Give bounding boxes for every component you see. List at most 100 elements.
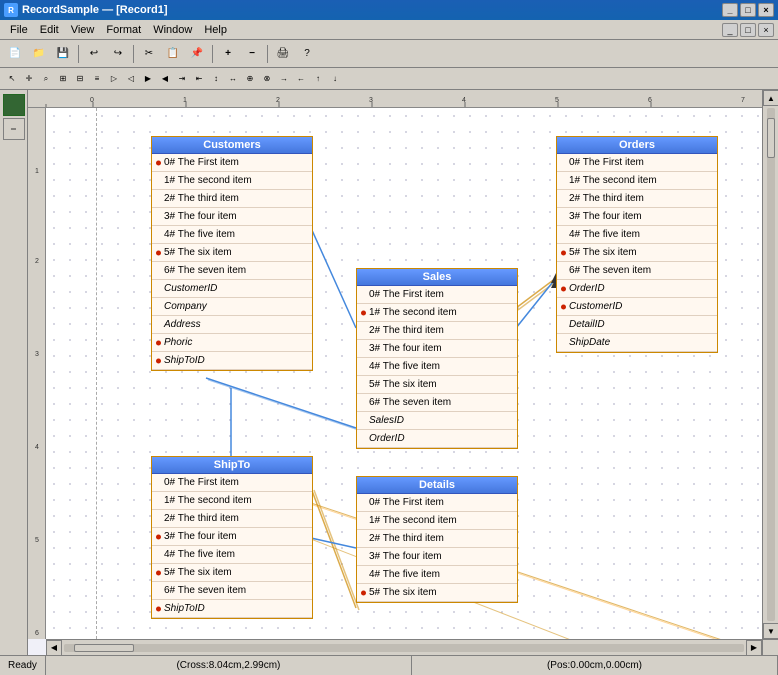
- scroll-up-btn[interactable]: ▲: [763, 90, 778, 106]
- menu-help[interactable]: Help: [198, 22, 233, 38]
- status-bar: Ready (Cross:8.04cm,2.99cm) (Pos:0.00cm,…: [0, 655, 778, 675]
- guide-line: [96, 108, 97, 639]
- inner-close-button[interactable]: ×: [758, 23, 774, 37]
- scroll-right-btn[interactable]: ▶: [746, 640, 762, 656]
- scroll-v-track[interactable]: [767, 108, 775, 621]
- tb2-b6[interactable]: ▶: [140, 71, 156, 87]
- svg-text:5: 5: [35, 537, 39, 544]
- tb2-cursor[interactable]: ↖: [4, 71, 20, 87]
- tb2-b17[interactable]: ↓: [327, 71, 343, 87]
- scroll-down-btn[interactable]: ▼: [763, 623, 778, 639]
- canvas-area[interactable]: 0 1 2 3 4 5 6 7 1: [28, 90, 778, 655]
- tb-print[interactable]: 🖨: [272, 43, 294, 65]
- sales-row-2: 2# The third item: [357, 322, 517, 340]
- details-row-4: 4# The five item: [357, 566, 517, 584]
- tb-help[interactable]: ?: [296, 43, 318, 65]
- svg-text:3: 3: [35, 351, 39, 358]
- sales-row-0: 0# The First item: [357, 286, 517, 304]
- tb2-b12[interactable]: ⊕: [242, 71, 258, 87]
- tb-cut[interactable]: ✂: [138, 43, 160, 65]
- tb2-b16[interactable]: ↑: [310, 71, 326, 87]
- tb-save[interactable]: 💾: [52, 43, 74, 65]
- inner-restore-button[interactable]: □: [740, 23, 756, 37]
- orders-field-shipdate: ShipDate: [557, 334, 717, 352]
- tb2-b5[interactable]: ◁: [123, 71, 139, 87]
- customers-header: Customers: [152, 137, 312, 154]
- tb2-b11[interactable]: ↔: [225, 71, 241, 87]
- tb2-b3[interactable]: ≡: [89, 71, 105, 87]
- tb2-b10[interactable]: ↕: [208, 71, 224, 87]
- tb-open[interactable]: 📁: [28, 43, 50, 65]
- tb2-b2[interactable]: ⊟: [72, 71, 88, 87]
- orders-table: Orders 0# The First item 1# The second i…: [556, 136, 718, 353]
- main-area: ═ 0 1 2 3 4 5 6 7: [0, 90, 778, 655]
- tool-color1[interactable]: [3, 94, 25, 116]
- sep2: [133, 45, 134, 63]
- sales-table: Sales 0# The First item 1# The second it…: [356, 268, 518, 449]
- tb2-b1[interactable]: ⊞: [55, 71, 71, 87]
- customers-row-2: 2# The third item: [152, 190, 312, 208]
- app-icon: R: [4, 3, 18, 17]
- tb2-b15[interactable]: ←: [293, 71, 309, 87]
- tb-remove[interactable]: −: [241, 43, 263, 65]
- scrollbar-vertical[interactable]: ▲ ▼: [762, 90, 778, 639]
- sep4: [267, 45, 268, 63]
- shipto-field-shiptoid: ShipToID: [152, 600, 312, 618]
- tb-add[interactable]: +: [217, 43, 239, 65]
- status-ready: Ready: [0, 656, 46, 675]
- svg-text:6: 6: [35, 630, 39, 637]
- shipto-row-3: 3# The four item: [152, 528, 312, 546]
- scroll-corner: [762, 639, 778, 655]
- tb2-b9[interactable]: ⇤: [191, 71, 207, 87]
- tb-undo[interactable]: ↩: [83, 43, 105, 65]
- status-cross: (Cross:8.04cm,2.99cm): [46, 656, 412, 675]
- menu-edit[interactable]: Edit: [34, 22, 65, 38]
- inner-minimize-button[interactable]: _: [722, 23, 738, 37]
- svg-text:4: 4: [35, 444, 39, 451]
- details-row-0: 0# The First item: [357, 494, 517, 512]
- shipto-row-5: 5# The six item: [152, 564, 312, 582]
- scrollbar-horizontal[interactable]: ◀ ▶: [46, 639, 762, 655]
- details-row-5: 5# The six item: [357, 584, 517, 602]
- shipto-header: ShipTo: [152, 457, 312, 474]
- tb-paste[interactable]: 📌: [186, 43, 208, 65]
- scroll-h-track[interactable]: [64, 644, 744, 652]
- ruler-top: 0 1 2 3 4 5 6 7: [28, 90, 762, 108]
- minimize-button[interactable]: _: [722, 3, 738, 17]
- maximize-button[interactable]: □: [740, 3, 756, 17]
- shipto-row-2: 2# The third item: [152, 510, 312, 528]
- title-bar: R RecordSample — [Record1] _ □ ×: [0, 0, 778, 20]
- svg-text:2: 2: [35, 258, 39, 265]
- tb2-b14[interactable]: →: [276, 71, 292, 87]
- shipto-row-4: 4# The five item: [152, 546, 312, 564]
- details-row-3: 3# The four item: [357, 548, 517, 566]
- menu-view[interactable]: View: [65, 22, 101, 38]
- scroll-left-btn[interactable]: ◀: [46, 640, 62, 656]
- menu-file[interactable]: File: [4, 22, 34, 38]
- status-pos: (Pos:0.00cm,0.00cm): [412, 656, 778, 675]
- customers-row-5: 5# The six item: [152, 244, 312, 262]
- menu-window[interactable]: Window: [147, 22, 198, 38]
- tb2-zoom[interactable]: ⌕: [38, 71, 54, 87]
- canvas-content[interactable]: Customers 0# The First item 1# The secon…: [46, 108, 762, 639]
- sales-row-3: 3# The four item: [357, 340, 517, 358]
- orders-row-6: 6# The seven item: [557, 262, 717, 280]
- tb-new[interactable]: 📄: [4, 43, 26, 65]
- tb2-b7[interactable]: ◀: [157, 71, 173, 87]
- tb2-move[interactable]: ✛: [21, 71, 37, 87]
- scroll-v-thumb[interactable]: [767, 118, 775, 158]
- tb-copy[interactable]: 📋: [162, 43, 184, 65]
- orders-row-3: 3# The four item: [557, 208, 717, 226]
- details-table: Details 0# The First item 1# The second …: [356, 476, 518, 603]
- tb2-b13[interactable]: ⊗: [259, 71, 275, 87]
- tb2-b8[interactable]: ⇥: [174, 71, 190, 87]
- tool-color2[interactable]: ═: [3, 118, 25, 140]
- tb-redo[interactable]: ↪: [107, 43, 129, 65]
- close-button[interactable]: ×: [758, 3, 774, 17]
- orders-row-2: 2# The third item: [557, 190, 717, 208]
- customers-row-1: 1# The second item: [152, 172, 312, 190]
- tb2-b4[interactable]: ▷: [106, 71, 122, 87]
- toolbar-secondary: ↖ ✛ ⌕ ⊞ ⊟ ≡ ▷ ◁ ▶ ◀ ⇥ ⇤ ↕ ↔ ⊕ ⊗ → ← ↑ ↓: [0, 68, 778, 90]
- menu-format[interactable]: Format: [100, 22, 147, 38]
- scroll-h-thumb[interactable]: [74, 644, 134, 652]
